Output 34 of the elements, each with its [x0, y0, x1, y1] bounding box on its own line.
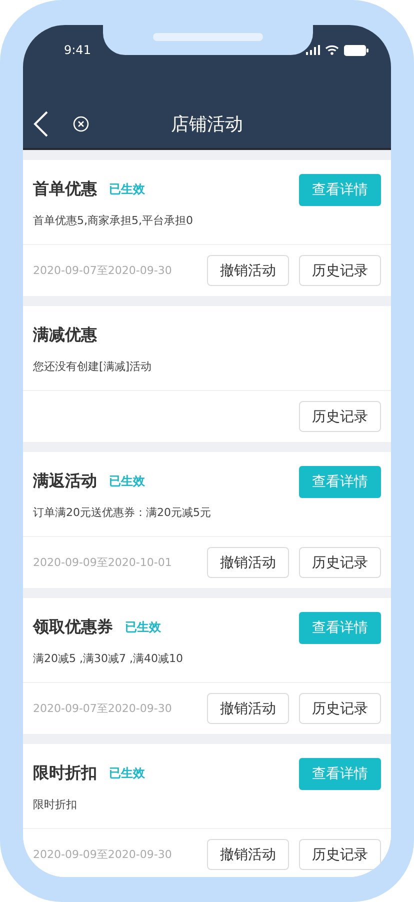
- status-label: 已生效: [109, 765, 145, 782]
- signal-icon: [306, 45, 320, 55]
- activity-description: 限时折扣: [33, 797, 78, 812]
- activity-description: 订单满20元送优惠券：满20元减5元: [33, 505, 212, 520]
- back-button[interactable]: [33, 110, 49, 138]
- action-button[interactable]: 撤销活动: [207, 693, 289, 724]
- battery-icon: [344, 44, 369, 56]
- activity-title: 满返活动: [33, 471, 97, 492]
- date-range: 2020-09-07至2020-09-30: [33, 701, 172, 716]
- action-button[interactable]: 撤销活动: [207, 547, 289, 578]
- action-button[interactable]: 历史记录: [299, 547, 381, 578]
- action-button[interactable]: 历史记录: [299, 693, 381, 724]
- action-button[interactable]: 历史记录: [299, 839, 381, 870]
- activity-title: 首单优惠: [33, 179, 97, 200]
- action-button[interactable]: 历史记录: [299, 401, 381, 432]
- date-range: 2020-09-09至2020-10-01: [33, 555, 172, 570]
- page-title: 店铺活动: [171, 113, 243, 136]
- activity-description: 首单优惠5,商家承担5,平台承担0: [33, 213, 194, 228]
- status-label: 已生效: [125, 619, 161, 636]
- activity-description: 您还没有创建[满减]活动: [33, 359, 153, 374]
- action-button[interactable]: 撤销活动: [207, 255, 289, 286]
- activity-title: 限时折扣: [33, 763, 97, 784]
- status-label: 已生效: [109, 473, 145, 490]
- wifi-icon: [325, 45, 339, 55]
- status-label: 已生效: [109, 181, 145, 198]
- status-time: 9:41: [64, 43, 91, 57]
- action-button[interactable]: 历史记录: [299, 255, 381, 286]
- activity-title: 领取优惠券: [33, 617, 113, 638]
- close-button[interactable]: [73, 116, 89, 132]
- activity-description: 满20减5 ,满30减7 ,满40减10: [33, 651, 184, 666]
- action-button[interactable]: 撤销活动: [207, 839, 289, 870]
- date-range: 2020-09-09至2020-09-30: [33, 847, 172, 862]
- activity-title: 满减优惠: [33, 325, 97, 346]
- date-range: 2020-09-07至2020-09-30: [33, 263, 172, 278]
